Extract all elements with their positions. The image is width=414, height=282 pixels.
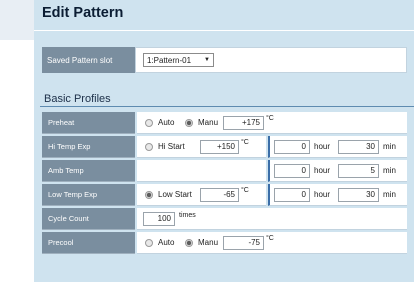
precool-temp-unit: °C: [266, 235, 274, 242]
precool-manu-label: Manu: [198, 238, 219, 247]
saved-pattern-cell: 1:Pattern-01 ▼: [135, 47, 407, 73]
title-divider: [34, 30, 414, 31]
preheat-manu-label: Manu: [198, 118, 219, 127]
hi-temp-input[interactable]: +150: [200, 140, 239, 154]
section-divider: [40, 106, 414, 107]
preheat-temp-unit: °C: [266, 115, 274, 122]
amb-temp-row: Amb Temp 0 hour 5 min: [42, 160, 407, 182]
preheat-auto-radio[interactable]: [145, 119, 153, 127]
amb-temp-min-label: min: [383, 166, 396, 175]
precool-auto-label: Auto: [158, 238, 175, 247]
cycle-count-label: Cycle Count: [42, 208, 135, 230]
preheat-manu-radio[interactable]: [185, 119, 193, 127]
hi-start-label: Hi Start: [158, 142, 185, 151]
cycle-count-row: Cycle Count 100 times: [42, 208, 407, 230]
amb-temp-hour-label: hour: [314, 166, 331, 175]
low-temp-exp-label: Low Temp Exp: [42, 184, 135, 206]
low-temp-unit: °C: [241, 187, 249, 194]
low-start-label: Low Start: [158, 190, 192, 199]
hi-temp-hour-input[interactable]: 0: [274, 140, 310, 154]
precool-auto-radio[interactable]: [145, 239, 153, 247]
low-temp-min-label: min: [383, 190, 396, 199]
amb-temp-time-cell: 0 hour 5 min: [268, 160, 407, 182]
dropdown-arrow-icon: ▼: [204, 57, 210, 63]
preheat-row: Preheat Auto Manu +175 °C: [42, 112, 407, 134]
precool-temp-input[interactable]: -75: [223, 236, 264, 250]
amb-temp-min-input[interactable]: 5: [338, 164, 379, 178]
left-margin: [0, 0, 18, 282]
hi-temp-hour-label: hour: [314, 142, 331, 151]
low-temp-min-input[interactable]: 30: [338, 188, 379, 202]
saved-pattern-select[interactable]: 1:Pattern-01 ▼: [143, 53, 214, 67]
hi-temp-exp-time-cell: 0 hour 30 min: [268, 136, 407, 158]
cycle-count-cell: 100 times: [137, 208, 407, 230]
precool-label: Precool: [42, 232, 135, 254]
low-temp-exp-time-cell: 0 hour 30 min: [268, 184, 407, 206]
section-title: Basic Profiles: [44, 93, 111, 105]
preheat-label: Preheat: [42, 112, 135, 134]
low-temp-hour-input[interactable]: 0: [274, 188, 310, 202]
low-temp-hour-label: hour: [314, 190, 331, 199]
edit-pattern-panel: Edit Pattern Saved Pattern slot 1:Patter…: [34, 0, 414, 282]
low-temp-exp-temp-cell: Low Start -65 °C: [137, 184, 266, 206]
cycle-count-input[interactable]: 100: [143, 212, 175, 226]
hi-temp-unit: °C: [241, 139, 249, 146]
preheat-temp-input[interactable]: +175: [223, 116, 264, 130]
saved-pattern-label: Saved Pattern slot: [42, 47, 135, 73]
saved-pattern-value: 1:Pattern-01: [147, 55, 192, 65]
hi-temp-exp-label: Hi Temp Exp: [42, 136, 135, 158]
low-start-radio[interactable]: [145, 191, 153, 199]
amb-temp-hour-input[interactable]: 0: [274, 164, 310, 178]
hi-temp-min-label: min: [383, 142, 396, 151]
low-temp-exp-row: Low Temp Exp Low Start -65 °C 0 hour 30 …: [42, 184, 407, 206]
precool-manu-radio[interactable]: [185, 239, 193, 247]
precool-cell: Auto Manu -75 °C: [137, 232, 407, 254]
top-left-background: [0, 0, 34, 40]
preheat-cell: Auto Manu +175 °C: [137, 112, 407, 134]
cycle-count-unit: times: [179, 212, 196, 219]
hi-start-radio[interactable]: [145, 143, 153, 151]
precool-row: Precool Auto Manu -75 °C: [42, 232, 407, 254]
amb-temp-empty-cell: [137, 160, 266, 182]
hi-temp-exp-temp-cell: Hi Start +150 °C: [137, 136, 266, 158]
page-title: Edit Pattern: [42, 5, 124, 21]
hi-temp-exp-row: Hi Temp Exp Hi Start +150 °C 0 hour 30 m…: [42, 136, 407, 158]
amb-temp-label: Amb Temp: [42, 160, 135, 182]
hi-temp-min-input[interactable]: 30: [338, 140, 379, 154]
preheat-auto-label: Auto: [158, 118, 175, 127]
low-temp-input[interactable]: -65: [200, 188, 239, 202]
